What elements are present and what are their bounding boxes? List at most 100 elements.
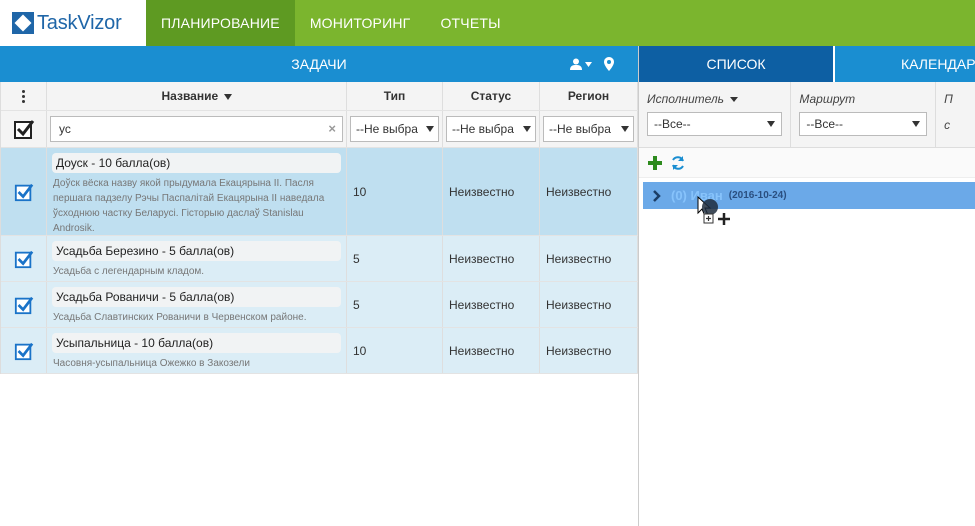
caret-down-icon: [730, 97, 738, 103]
tasks-panel: ЗАДАЧИ Название Тип Статус Регион ус × -…: [0, 46, 638, 526]
task-name-cell: Усадьба Березино - 5 балла(ов) Усадьба с…: [47, 236, 347, 281]
tasks-header-icons: [570, 57, 614, 71]
name-filter-value: ус: [59, 122, 71, 136]
task-status: Неизвестно: [443, 236, 540, 281]
table-row[interactable]: Усыпальница - 10 балла(ов) Часовня-усыпа…: [1, 328, 638, 374]
select-arrow-icon: [426, 126, 434, 132]
task-region: Неизвестно: [540, 236, 638, 281]
logo[interactable]: TaskVizor: [0, 0, 146, 46]
tab-list[interactable]: СПИСОК: [639, 46, 835, 82]
table-row[interactable]: Доуск - 10 балла(ов) Доўск вёска назву я…: [1, 148, 638, 236]
task-region: Неизвестно: [540, 328, 638, 373]
task-name[interactable]: Усадьба Березино - 5 балла(ов): [52, 241, 341, 261]
drag-cursor-icon: [697, 196, 730, 225]
checkbox-checked-icon: [14, 250, 33, 268]
checkbox-checked-icon: [14, 342, 33, 360]
row-checkbox[interactable]: [1, 236, 47, 281]
select-arrow-icon: [621, 126, 629, 132]
executor-filter-label[interactable]: Исполнитель: [647, 92, 782, 112]
checkbox-checked-icon: [14, 183, 33, 201]
tasks-panel-title: ЗАДАЧИ: [291, 56, 347, 72]
nav-item-planning[interactable]: ПЛАНИРОВАНИЕ: [146, 0, 295, 46]
type-filter-select[interactable]: --Не выбра: [350, 116, 439, 142]
region-filter-select[interactable]: --Не выбра: [543, 116, 634, 142]
schedule-filters: Исполнитель --Все-- Маршрут --Все-- П с: [639, 82, 975, 148]
column-header-region[interactable]: Регион: [540, 82, 638, 110]
grid-filter-row: ус × --Не выбра --Не выбра --Не выбра: [1, 111, 638, 148]
column-header-name-label: Название: [161, 89, 219, 103]
plus-icon[interactable]: [648, 155, 662, 170]
executor-group-row[interactable]: (0) Иван (2016-10-24): [643, 182, 975, 209]
schedule-toolbar: [639, 148, 975, 178]
task-region: Неизвестно: [540, 148, 638, 235]
executor-select-value: --Все--: [654, 117, 691, 131]
name-filter-input[interactable]: ус ×: [50, 116, 343, 142]
select-all-checkbox[interactable]: [1, 111, 47, 147]
route-select-value: --Все--: [806, 117, 844, 131]
task-description: Усадьба Славтинских Рованичи в Червенско…: [53, 312, 307, 323]
row-checkbox[interactable]: [1, 148, 47, 235]
executor-select[interactable]: --Все--: [647, 112, 783, 136]
route-filter: Маршрут --Все--: [791, 82, 937, 147]
row-checkbox[interactable]: [1, 282, 47, 327]
user-filter-button[interactable]: [570, 58, 592, 70]
user-icon: [570, 58, 582, 70]
type-filter-value: --Не выбра: [356, 122, 418, 136]
row-checkbox[interactable]: [1, 328, 47, 373]
column-header-type[interactable]: Тип: [347, 82, 443, 110]
column-menu-button[interactable]: [1, 82, 47, 110]
task-description: Усадьба с легендарным кладом.: [53, 266, 205, 277]
task-type: 10: [347, 148, 443, 235]
sort-desc-icon: [223, 94, 232, 100]
logo-mark-icon: [12, 12, 34, 34]
group-date: (2016-10-24): [728, 190, 787, 201]
task-name[interactable]: Усыпальница - 10 балла(ов): [52, 333, 341, 353]
logo-text: TaskVizor: [37, 11, 122, 34]
table-row[interactable]: Усадьба Рованичи - 5 балла(ов) Усадьба С…: [1, 282, 638, 328]
tab-calendar[interactable]: КАЛЕНДАРЬ: [835, 46, 975, 82]
chevron-right-icon[interactable]: [653, 189, 661, 202]
task-description: Доўск вёска назву якой прыдумала Екацяры…: [53, 178, 325, 234]
checkbox-checked-icon: [13, 120, 34, 139]
nav-item-reports[interactable]: ОТЧЕТЫ: [425, 0, 515, 46]
third-filter-value[interactable]: с: [944, 118, 967, 132]
third-filter: П с: [936, 82, 975, 147]
clear-filter-icon[interactable]: ×: [328, 117, 336, 141]
main-nav: ПЛАНИРОВАНИЕ МОНИТОРИНГ ОТЧЕТЫ: [146, 0, 516, 46]
nav-item-monitoring[interactable]: МОНИТОРИНГ: [295, 0, 426, 46]
table-row[interactable]: Усадьба Березино - 5 балла(ов) Усадьба с…: [1, 236, 638, 282]
column-header-status[interactable]: Статус: [443, 82, 540, 110]
schedule-panel: СПИСОК КАЛЕНДАРЬ Исполнитель --Все-- Мар…: [638, 46, 975, 526]
task-region: Неизвестно: [540, 282, 638, 327]
status-filter-select[interactable]: --Не выбра: [446, 116, 536, 142]
select-arrow-icon: [912, 121, 921, 127]
view-tabs: СПИСОК КАЛЕНДАРЬ: [639, 46, 975, 82]
checkbox-checked-icon: [14, 296, 33, 314]
refresh-icon[interactable]: [670, 155, 686, 171]
top-navigation-bar: TaskVizor ПЛАНИРОВАНИЕ МОНИТОРИНГ ОТЧЕТЫ: [0, 0, 975, 46]
caret-down-icon: [585, 61, 592, 67]
task-type: 5: [347, 282, 443, 327]
task-name-cell: Усыпальница - 10 балла(ов) Часовня-усыпа…: [47, 328, 347, 373]
select-arrow-icon: [767, 121, 776, 127]
tasks-grid: Название Тип Статус Регион ус × --Не выб…: [0, 82, 638, 374]
executor-label-text: Исполнитель: [647, 92, 724, 106]
task-name-cell: Доуск - 10 балла(ов) Доўск вёска назву я…: [47, 148, 347, 235]
status-filter-value: --Не выбра: [452, 122, 514, 136]
task-type: 5: [347, 236, 443, 281]
task-status: Неизвестно: [443, 148, 540, 235]
task-status: Неизвестно: [443, 328, 540, 373]
column-header-name[interactable]: Название: [47, 82, 347, 110]
third-filter-label: П: [944, 92, 953, 106]
grid-header-row: Название Тип Статус Регион: [1, 82, 638, 111]
task-name[interactable]: Доуск - 10 балла(ов): [52, 153, 341, 173]
vertical-dots-icon: [1, 82, 46, 111]
task-name-cell: Усадьба Рованичи - 5 балла(ов) Усадьба С…: [47, 282, 347, 327]
select-arrow-icon: [523, 126, 531, 132]
route-select[interactable]: --Все--: [799, 112, 928, 136]
tasks-panel-header: ЗАДАЧИ: [0, 46, 638, 82]
route-filter-label: Маршрут: [799, 92, 856, 106]
task-name[interactable]: Усадьба Рованичи - 5 балла(ов): [52, 287, 341, 307]
task-status: Неизвестно: [443, 282, 540, 327]
map-pin-icon[interactable]: [604, 57, 614, 71]
